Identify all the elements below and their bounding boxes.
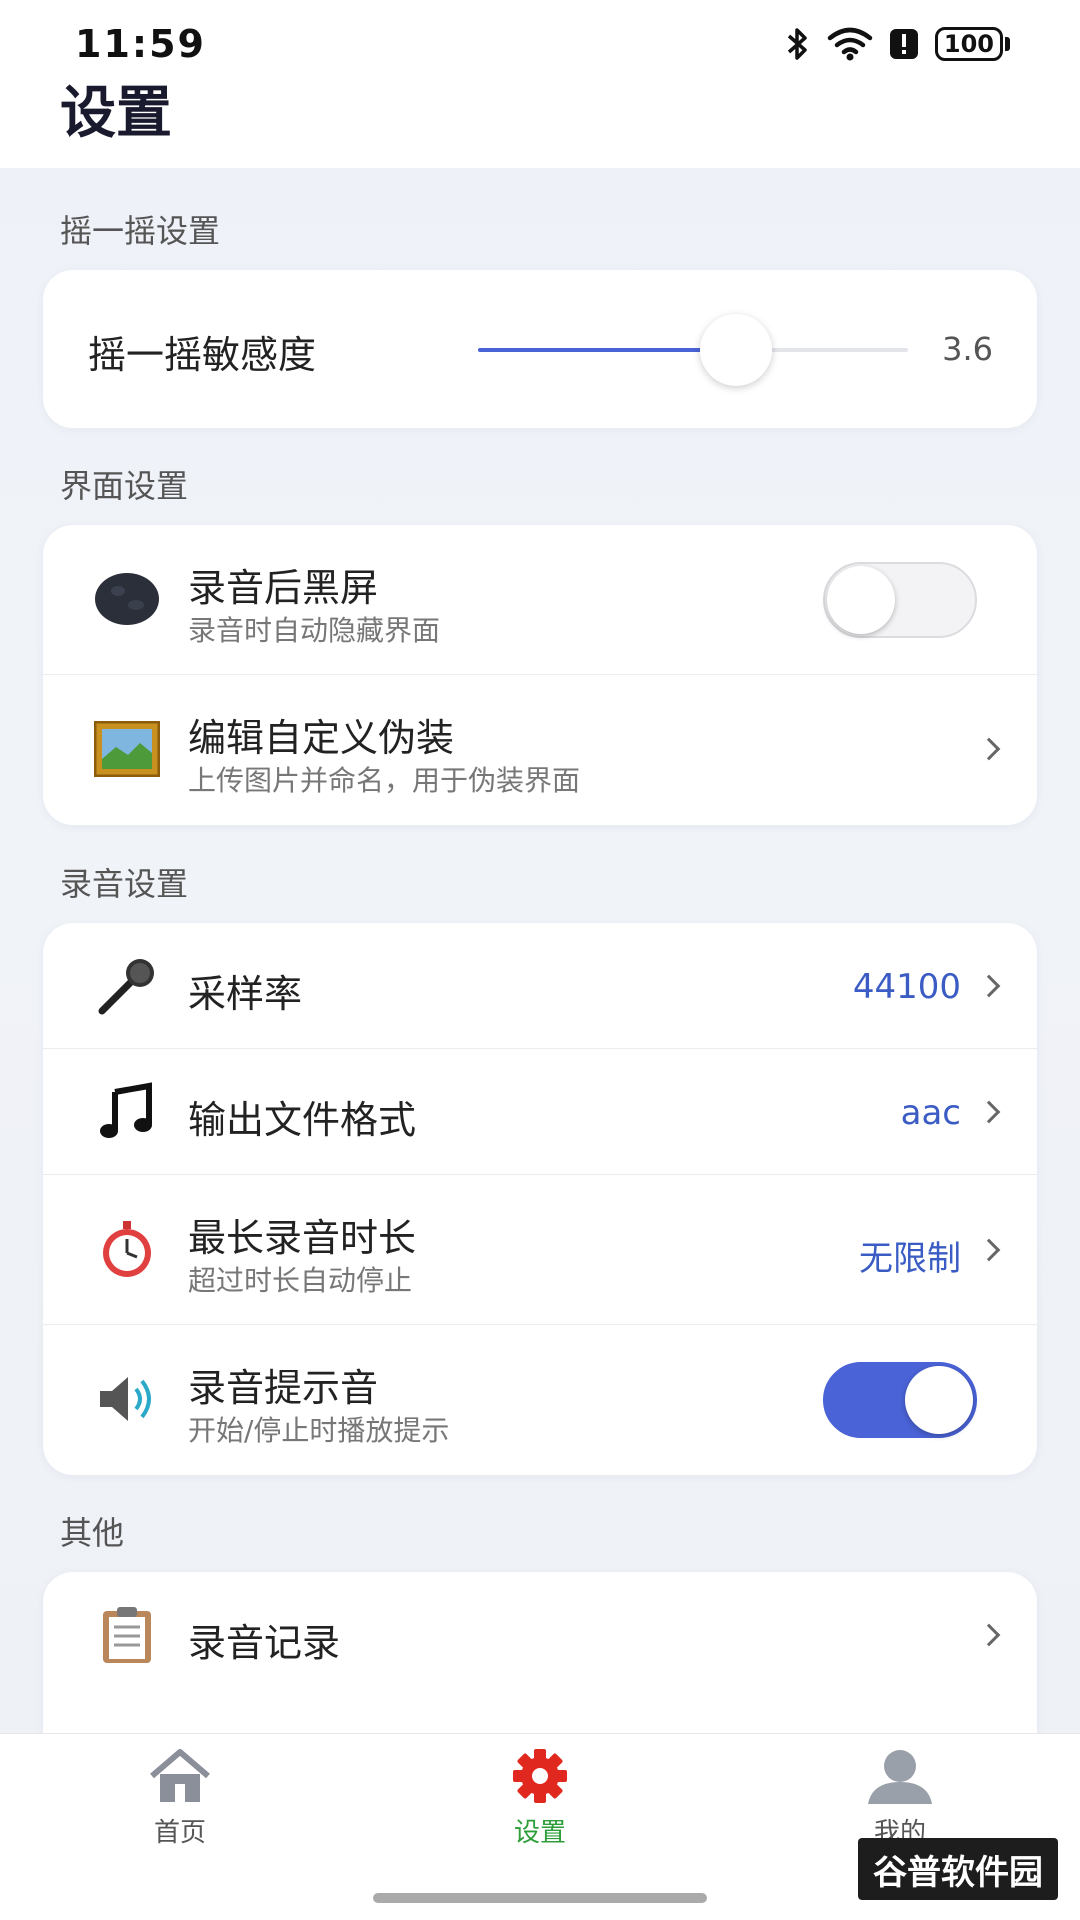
row-custom-disguise[interactable]: 编辑自定义伪装 上传图片并命名，用于伪装界面: [43, 675, 1037, 825]
header: 11:59 100 设置: [0, 0, 1080, 168]
page-title: 设置: [60, 81, 172, 146]
sensitivity-slider[interactable]: [478, 314, 908, 386]
slider-fill: [478, 348, 736, 352]
bluetooth-icon: [787, 28, 807, 60]
user-icon: [868, 1750, 932, 1804]
music-note-icon: [91, 1076, 163, 1148]
chevron-right-icon: [977, 1623, 1001, 1647]
battery-indicator: 100: [934, 27, 1003, 61]
tab-home-label: 首页: [153, 1818, 206, 1848]
chevron-right-icon: [977, 737, 1001, 761]
max-duration-value: 无限制: [859, 1239, 961, 1279]
black-screen-toggle[interactable]: [823, 562, 977, 638]
section-label-recording: 录音设置: [60, 865, 189, 903]
watermark: 谷普软件园: [858, 1838, 1058, 1900]
status-icons: 100: [785, 26, 1010, 62]
gear-icon: [513, 1749, 567, 1803]
recording-history-title: 录音记录: [188, 1621, 341, 1665]
toggle-knob: [827, 566, 895, 634]
row-black-screen[interactable]: 录音后黑屏 录音时自动隐藏界面: [43, 525, 1037, 675]
stopwatch-icon: [91, 1213, 163, 1285]
sample-rate-title: 采样率: [188, 972, 303, 1016]
prompt-sound-subtitle: 开始/停止时播放提示: [188, 1414, 450, 1447]
picture-icon: [91, 713, 163, 785]
output-format-value: aac: [900, 1093, 961, 1133]
section-label-interface: 界面设置: [60, 467, 189, 505]
black-screen-title: 录音后黑屏: [188, 566, 379, 610]
section-label-shake: 摇一摇设置: [60, 212, 221, 250]
wifi-icon: [827, 27, 873, 61]
sensitivity-value: 3.6: [942, 330, 993, 368]
microphone-icon: [91, 950, 163, 1022]
home-indicator: [373, 1893, 707, 1903]
prompt-sound-toggle[interactable]: [823, 1362, 977, 1438]
row-output-format[interactable]: 输出文件格式 aac: [43, 1049, 1037, 1175]
row-prompt-sound[interactable]: 录音提示音 开始/停止时播放提示: [43, 1325, 1037, 1475]
interface-card: 录音后黑屏 录音时自动隐藏界面 编辑自定义伪装 上传图片并命名，用于伪装界面: [43, 525, 1037, 825]
shake-card: 摇一摇敏感度 3.6: [43, 270, 1037, 428]
disguise-subtitle: 上传图片并命名，用于伪装界面: [188, 764, 581, 797]
sample-rate-value: 44100: [852, 967, 961, 1007]
battery-tip: [1005, 37, 1010, 51]
chevron-right-icon: [977, 1238, 1001, 1262]
toggle-knob: [905, 1366, 973, 1434]
battery-level: 100: [943, 30, 994, 58]
tab-settings[interactable]: 设置: [460, 1748, 620, 1849]
section-label-other: 其他: [60, 1514, 125, 1552]
chevron-right-icon: [977, 1100, 1001, 1124]
prompt-sound-title: 录音提示音: [188, 1366, 379, 1410]
sensitivity-label: 摇一摇敏感度: [88, 333, 317, 377]
row-recording-history[interactable]: 录音记录: [43, 1572, 1037, 1698]
black-screen-subtitle: 录音时自动隐藏界面: [188, 614, 441, 647]
row-max-duration[interactable]: 最长录音时长 超过时长自动停止 无限制: [43, 1175, 1037, 1325]
clipboard-icon: [91, 1599, 163, 1671]
tab-settings-label: 设置: [513, 1818, 566, 1848]
home-icon: [150, 1749, 210, 1802]
alert-icon: [889, 29, 918, 59]
disguise-title: 编辑自定义伪装: [188, 716, 455, 760]
max-duration-subtitle: 超过时长自动停止: [188, 1264, 413, 1297]
row-sample-rate[interactable]: 采样率 44100: [43, 923, 1037, 1049]
moon-icon: [91, 563, 163, 635]
max-duration-title: 最长录音时长: [188, 1216, 417, 1260]
tab-home[interactable]: 首页: [100, 1748, 260, 1849]
chevron-right-icon: [977, 974, 1001, 998]
status-time: 11:59: [75, 22, 206, 66]
recording-card: 采样率 44100 输出文件格式 aac 最长录音时长 超过时长自动停止 无限制…: [43, 923, 1037, 1475]
tab-mine[interactable]: 我的: [820, 1748, 980, 1849]
slider-thumb[interactable]: [700, 314, 772, 386]
speaker-icon: [91, 1363, 163, 1435]
output-format-title: 输出文件格式: [188, 1098, 417, 1142]
